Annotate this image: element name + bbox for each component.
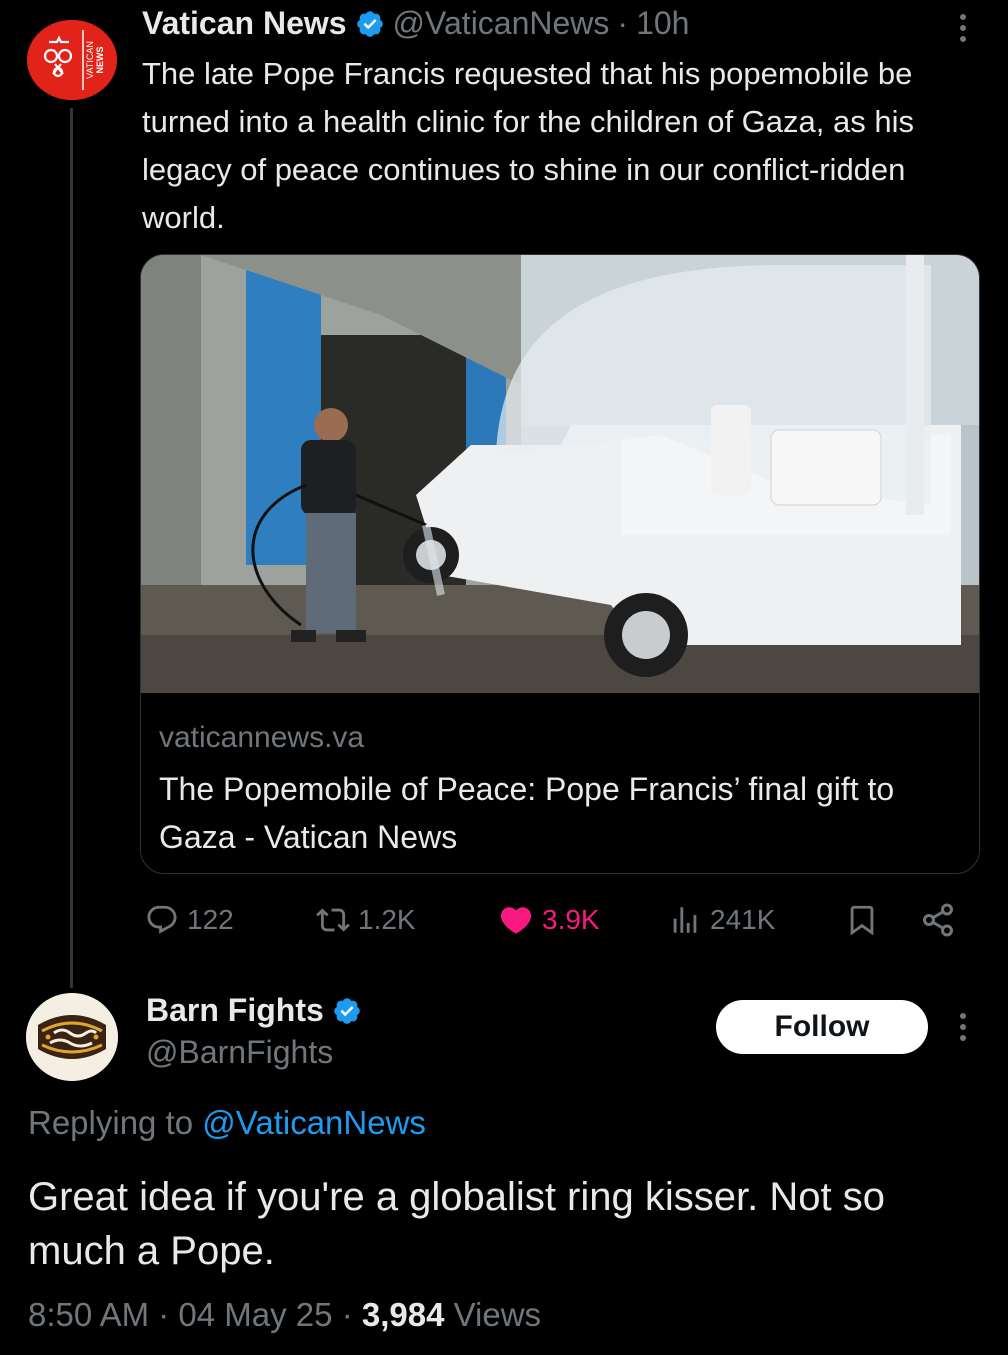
author-name[interactable]: Vatican News [142, 5, 347, 42]
replying-to-link[interactable]: @VaticanNews [202, 1104, 426, 1141]
separator: · [617, 5, 629, 41]
reply-icon [147, 905, 177, 934]
repost-action[interactable]: 1.2K [316, 898, 416, 942]
author-handle[interactable]: @VaticanNews [393, 5, 610, 42]
views-action[interactable]: 241K [668, 898, 775, 942]
tweet-text: The late Pope Francis requested that his… [142, 56, 914, 235]
reply-meta: 8:50 AM · 04 May 25 · 3,984 Views [28, 1296, 541, 1334]
reply-views-label: Views [453, 1296, 542, 1333]
like-action[interactable]: 3.9K [498, 898, 600, 942]
separator: · [158, 1296, 170, 1333]
repost-count: 1.2K [358, 904, 416, 935]
verified-badge-icon [356, 10, 383, 37]
reply-action[interactable]: 122 [145, 898, 234, 942]
replying-prefix: Replying to [28, 1104, 194, 1141]
svg-text:VATICAN: VATICAN [85, 41, 95, 79]
tweet-time[interactable]: 10h [636, 5, 689, 42]
verified-badge-icon [333, 997, 360, 1024]
share-button[interactable] [920, 898, 956, 942]
like-count: 3.9K [542, 904, 600, 935]
reply-count: 122 [187, 904, 234, 935]
separator: · [341, 1296, 353, 1333]
more-icon[interactable] [953, 1013, 973, 1041]
card-title: The Popemobile of Peace: Pope Francis’ f… [159, 771, 895, 855]
replying-to: Replying to @VaticanNews [28, 1104, 426, 1142]
svg-text:NEWS: NEWS [95, 47, 105, 74]
reply-header: Barn Fights [146, 992, 362, 1029]
barn-fights-avatar[interactable] [26, 993, 118, 1081]
heart-icon [500, 907, 532, 934]
share-icon [923, 903, 953, 937]
reply-date[interactable]: 04 May 25 [178, 1296, 332, 1333]
tweet-header: Vatican News @VaticanNews · 10h [142, 5, 689, 42]
card-domain: vaticannews.va [159, 721, 365, 754]
thread-line [70, 108, 73, 988]
reply-views-count: 3,984 [361, 1296, 445, 1333]
reply-time[interactable]: 8:50 AM [28, 1296, 149, 1333]
views-icon [673, 907, 697, 933]
more-icon[interactable] [953, 14, 973, 42]
repost-icon [316, 908, 350, 932]
vatican-news-avatar[interactable]: VATICAN NEWS [27, 20, 117, 100]
card-image [141, 255, 979, 693]
link-card[interactable]: vaticannews.va The Popemobile of Peace: … [140, 254, 980, 874]
follow-button[interactable]: Follow [716, 1000, 928, 1054]
reply-author-handle[interactable]: @BarnFights [146, 1034, 333, 1071]
reply-author-name[interactable]: Barn Fights [146, 992, 324, 1029]
reply-text: Great idea if you're a globalist ring ki… [28, 1175, 885, 1273]
views-count: 241K [710, 904, 776, 935]
bookmark-button[interactable] [845, 898, 879, 942]
bookmark-icon [850, 905, 874, 936]
